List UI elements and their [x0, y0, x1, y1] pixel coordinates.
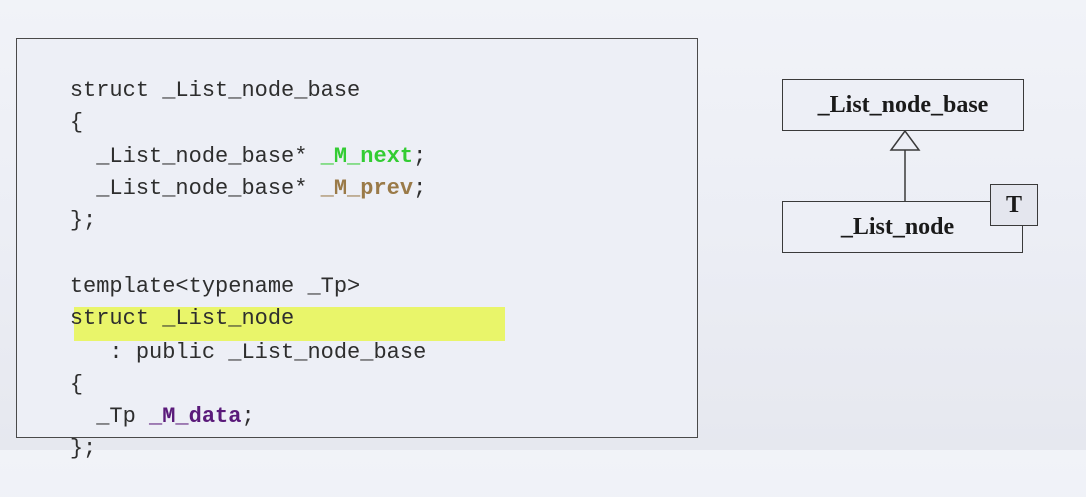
uml-template-parameter-name: T	[1005, 191, 1022, 218]
uml-derived-class-name: _List_node	[840, 213, 955, 240]
uml-template-parameter: T	[990, 184, 1038, 226]
inheritance-arrowhead-icon	[889, 129, 921, 151]
uml-derived-class: _List_node	[782, 201, 1023, 253]
uml-base-class: _List_node_base	[782, 79, 1024, 131]
uml-base-class-name: _List_node_base	[817, 91, 989, 118]
